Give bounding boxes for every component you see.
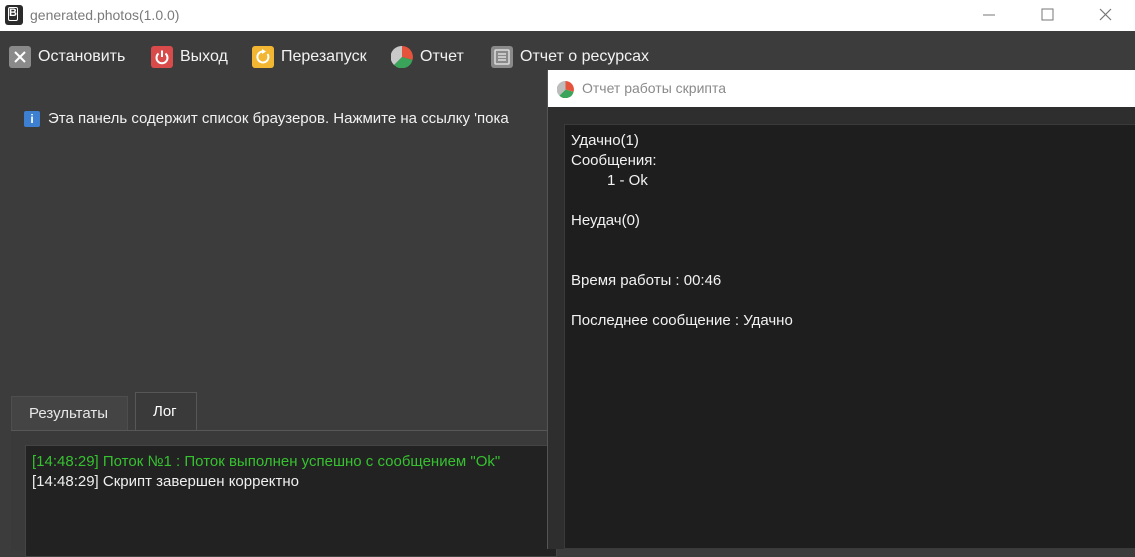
report-message-item: 1 - Ok xyxy=(607,172,648,189)
resources-report-button[interactable]: Отчет о ресурсах xyxy=(491,41,649,73)
resources-icon xyxy=(491,46,513,68)
window-title: generated.photos(1.0.0) xyxy=(30,7,180,23)
log-output[interactable]: [14:48:29] Поток №1 : Поток выполнен усп… xyxy=(25,445,557,557)
report-run-time: Время работы : 00:46 xyxy=(571,272,722,289)
restart-button[interactable]: Перезапуск xyxy=(252,41,367,73)
report-success-count: Удачно(1) xyxy=(571,132,639,149)
log-panel: [14:48:29] Поток №1 : Поток выполнен усп… xyxy=(11,430,557,557)
stop-icon xyxy=(9,46,31,68)
toolbar: Остановить Выход Перезапуск Отчет Отчет … xyxy=(0,41,1135,73)
report-dialog-title: Отчет работы скрипта xyxy=(582,80,727,96)
log-line: [14:48:29] Поток №1 : Поток выполнен усп… xyxy=(32,453,501,470)
pie-chart-icon xyxy=(557,81,574,98)
exit-button[interactable]: Выход xyxy=(151,41,228,73)
report-dialog-title-bar: Отчет работы скрипта xyxy=(548,70,1135,107)
report-last-message: Последнее сообщение : Удачно xyxy=(571,312,793,329)
report-button-label: Отчет xyxy=(420,48,464,65)
info-banner: i Эта панель содержит список браузеров. … xyxy=(24,110,509,127)
tab-results[interactable]: Результаты xyxy=(11,396,128,430)
minimize-button[interactable] xyxy=(969,3,1009,27)
report-dialog: Отчет работы скрипта Удачно(1) Сообщения… xyxy=(547,70,1135,549)
power-icon xyxy=(151,46,173,68)
close-icon xyxy=(1099,8,1112,21)
log-line: [14:48:29] Скрипт завершен корректно xyxy=(32,473,300,490)
maximize-button[interactable] xyxy=(1027,3,1067,27)
app-icon: B xyxy=(5,5,23,25)
report-messages-heading: Сообщения: xyxy=(571,152,657,169)
close-button[interactable] xyxy=(1085,3,1125,27)
stop-button[interactable]: Остановить xyxy=(9,41,125,73)
resources-report-button-label: Отчет о ресурсах xyxy=(520,48,650,65)
app-icon-letter: B xyxy=(8,7,18,21)
restart-button-label: Перезапуск xyxy=(281,48,367,65)
report-fail-count: Неудач(0) xyxy=(571,212,640,229)
tab-log[interactable]: Лог xyxy=(135,392,197,430)
minimize-icon xyxy=(983,14,995,16)
report-button[interactable]: Отчет xyxy=(391,41,464,73)
info-icon: i xyxy=(24,110,40,127)
report-content[interactable]: Удачно(1) Сообщения: 1 - Ok Неудач(0) Вр… xyxy=(564,124,1135,549)
stop-button-label: Остановить xyxy=(38,48,126,65)
info-text: Эта панель содержит список браузеров. На… xyxy=(48,110,509,127)
maximize-icon xyxy=(1041,8,1054,21)
exit-button-label: Выход xyxy=(180,48,228,65)
title-bar: B generated.photos(1.0.0) xyxy=(0,0,1135,31)
restart-icon xyxy=(252,46,274,68)
pie-chart-icon xyxy=(391,46,413,68)
